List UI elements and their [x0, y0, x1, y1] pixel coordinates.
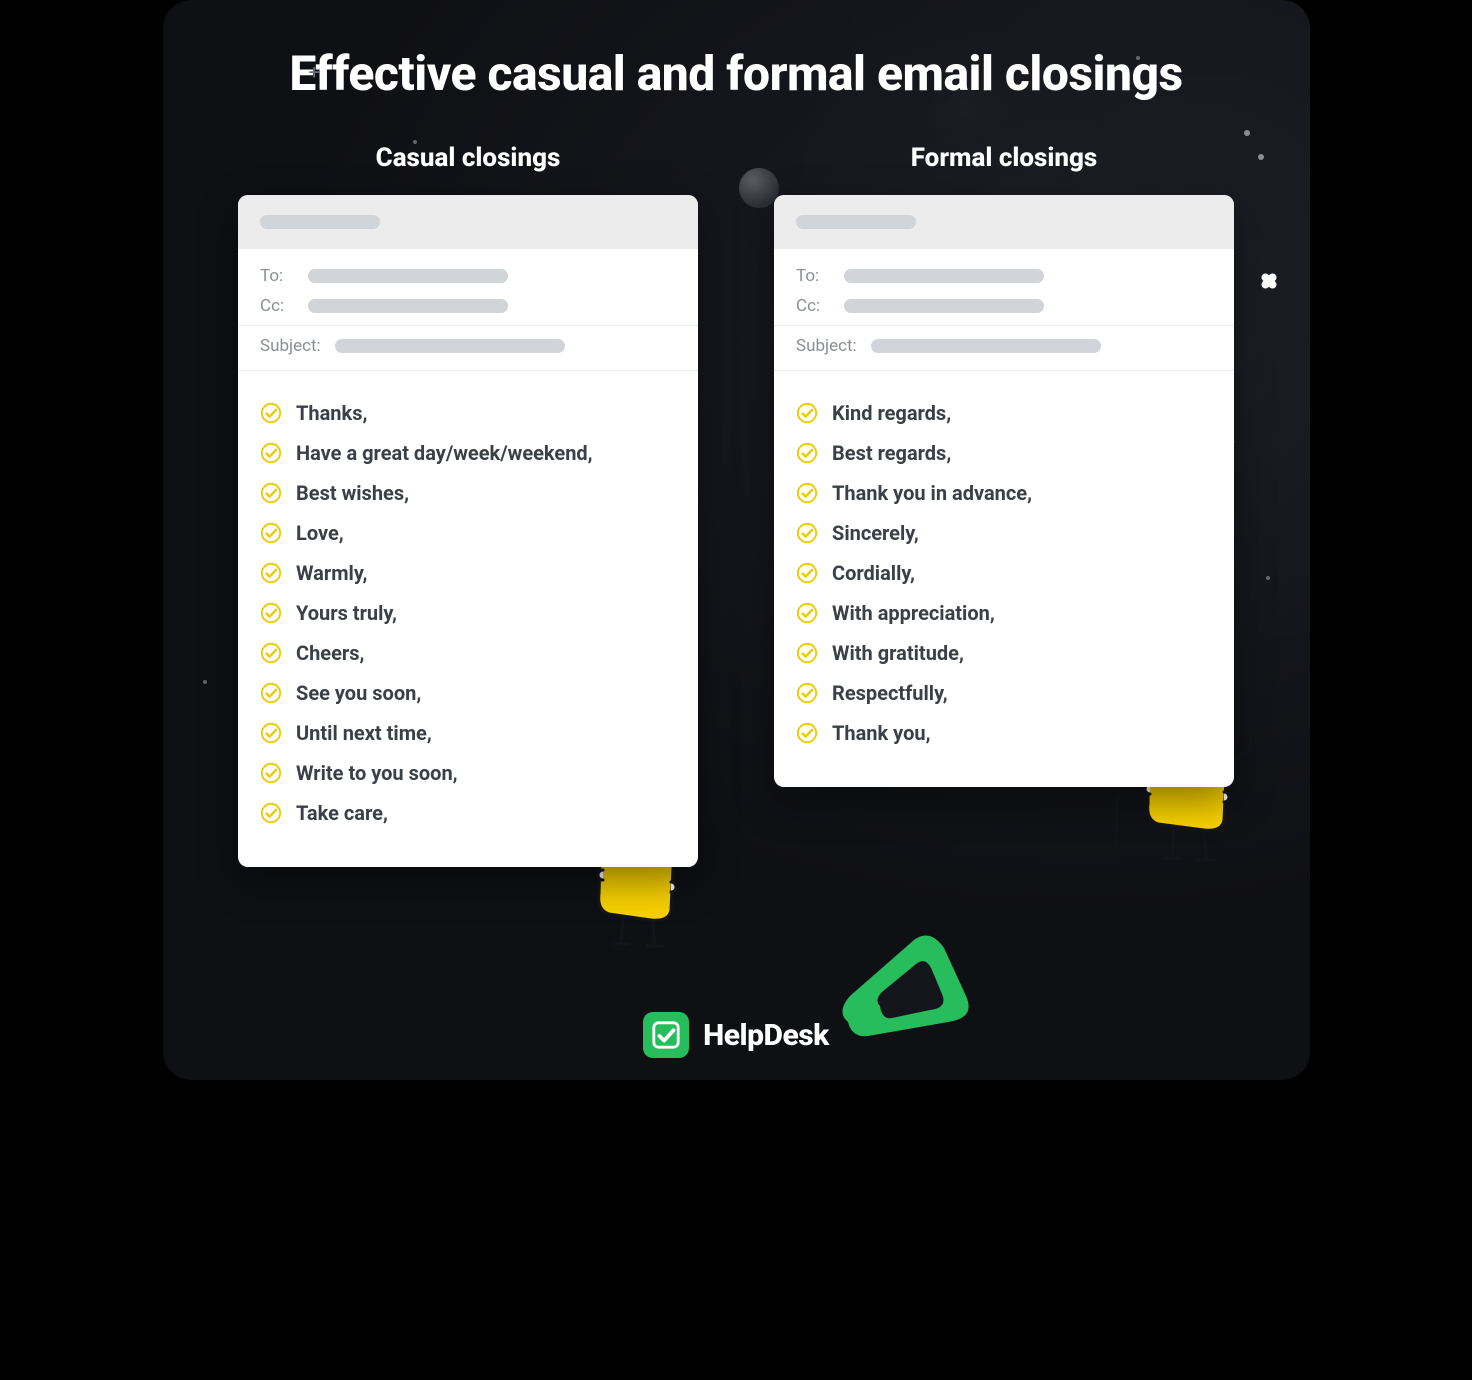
check-icon — [796, 562, 818, 584]
list-item: Best wishes, — [260, 473, 676, 513]
check-icon — [796, 602, 818, 624]
infographic-stage: + + Effective casual and formal email cl… — [163, 0, 1310, 1080]
field-label-to: To: — [260, 266, 294, 286]
check-icon — [796, 682, 818, 704]
list-item-label: Kind regards, — [832, 401, 951, 425]
check-icon — [260, 562, 282, 584]
footer-brand: HelpDesk — [703, 1018, 829, 1053]
list-item: See you soon, — [260, 673, 676, 713]
list-item-label: Cheers, — [296, 641, 364, 665]
field-label-cc: Cc: — [796, 296, 830, 316]
list-item-label: Take care, — [296, 801, 388, 825]
list-item-label: Love, — [296, 521, 344, 545]
cc-row: Cc: — [260, 291, 676, 321]
check-icon — [260, 642, 282, 664]
placeholder-bar — [871, 339, 1101, 353]
check-icon — [796, 722, 818, 744]
subject-row: Subject: — [238, 326, 698, 371]
list-item: With gratitude, — [796, 633, 1212, 673]
check-icon — [260, 602, 282, 624]
placeholder-bar — [308, 299, 508, 313]
list-item-label: Thanks, — [296, 401, 367, 425]
formal-heading: Formal closings — [774, 143, 1234, 173]
card-header — [238, 195, 698, 249]
check-icon — [796, 642, 818, 664]
check-icon — [260, 482, 282, 504]
card-fields: To: Cc: — [774, 249, 1234, 326]
list-item-label: Sincerely, — [832, 521, 919, 545]
list-item-label: See you soon, — [296, 681, 421, 705]
check-icon — [260, 682, 282, 704]
decor-plus-icon: + — [309, 60, 320, 84]
list-item-label: Have a great day/week/weekend, — [296, 441, 593, 465]
check-icon — [260, 802, 282, 824]
check-icon — [796, 402, 818, 424]
cc-row: Cc: — [796, 291, 1212, 321]
placeholder-bar — [260, 215, 380, 229]
formal-list: Kind regards, Best regards, Thank you in a… — [774, 371, 1234, 787]
list-item-label: Warmly, — [296, 561, 367, 585]
casual-list: Thanks, Have a great day/week/weekend, Bes… — [238, 371, 698, 867]
list-item: Cordially, — [796, 553, 1212, 593]
list-item-label: Cordially, — [832, 561, 915, 585]
list-item: Have a great day/week/weekend, — [260, 433, 676, 473]
list-item: Write to you soon, — [260, 753, 676, 793]
field-label-subject: Subject: — [260, 336, 321, 356]
list-item: Respectfully, — [796, 673, 1212, 713]
formal-column: Formal closings To: Cc: Subject: — [774, 133, 1234, 867]
placeholder-bar — [844, 269, 1044, 283]
placeholder-bar — [796, 215, 916, 229]
list-item: Thanks, — [260, 393, 676, 433]
card-fields: To: Cc: — [238, 249, 698, 326]
list-item: Thank you in advance, — [796, 473, 1212, 513]
list-item: With appreciation, — [796, 593, 1212, 633]
subject-row: Subject: — [774, 326, 1234, 371]
casual-column: Casual closings To: Cc: Subject: — [238, 133, 698, 867]
decor-dot — [1136, 56, 1140, 60]
list-item: Kind regards, — [796, 393, 1212, 433]
list-item: Yours truly, — [260, 593, 676, 633]
helpdesk-logo-icon — [643, 1012, 689, 1058]
placeholder-bar — [308, 269, 508, 283]
to-row: To: — [260, 261, 676, 291]
list-item: Best regards, — [796, 433, 1212, 473]
list-item: Until next time, — [260, 713, 676, 753]
check-icon — [260, 442, 282, 464]
check-icon — [796, 442, 818, 464]
list-item-label: Yours truly, — [296, 601, 397, 625]
check-icon — [796, 482, 818, 504]
casual-card: To: Cc: Subject: Thanks, Have a great day… — [238, 195, 698, 867]
list-item-label: Until next time, — [296, 721, 432, 745]
list-item-label: Respectfully, — [832, 681, 948, 705]
list-item-label: With appreciation, — [832, 601, 995, 625]
list-item: Sincerely, — [796, 513, 1212, 553]
list-item: Cheers, — [260, 633, 676, 673]
formal-card: To: Cc: Subject: Kind regards, Best regar… — [774, 195, 1234, 787]
field-label-subject: Subject: — [796, 336, 857, 356]
placeholder-bar — [844, 299, 1044, 313]
list-item-label: Write to you soon, — [296, 761, 458, 785]
list-item: Love, — [260, 513, 676, 553]
placeholder-bar — [335, 339, 565, 353]
field-label-to: To: — [796, 266, 830, 286]
columns-container: Casual closings To: Cc: Subject: — [163, 133, 1310, 867]
casual-heading: Casual closings — [238, 143, 698, 173]
field-label-cc: Cc: — [260, 296, 294, 316]
check-icon — [260, 522, 282, 544]
check-icon — [260, 402, 282, 424]
check-icon — [260, 722, 282, 744]
list-item-label: With gratitude, — [832, 641, 964, 665]
to-row: To: — [796, 261, 1212, 291]
list-item-label: Thank you in advance, — [832, 481, 1032, 505]
list-item-label: Best regards, — [832, 441, 951, 465]
list-item: Take care, — [260, 793, 676, 833]
list-item: Warmly, — [260, 553, 676, 593]
list-item-label: Thank you, — [832, 721, 931, 745]
check-icon — [796, 522, 818, 544]
footer: HelpDesk — [163, 1012, 1310, 1058]
check-icon — [260, 762, 282, 784]
card-header — [774, 195, 1234, 249]
list-item: Thank you, — [796, 713, 1212, 753]
list-item-label: Best wishes, — [296, 481, 409, 505]
